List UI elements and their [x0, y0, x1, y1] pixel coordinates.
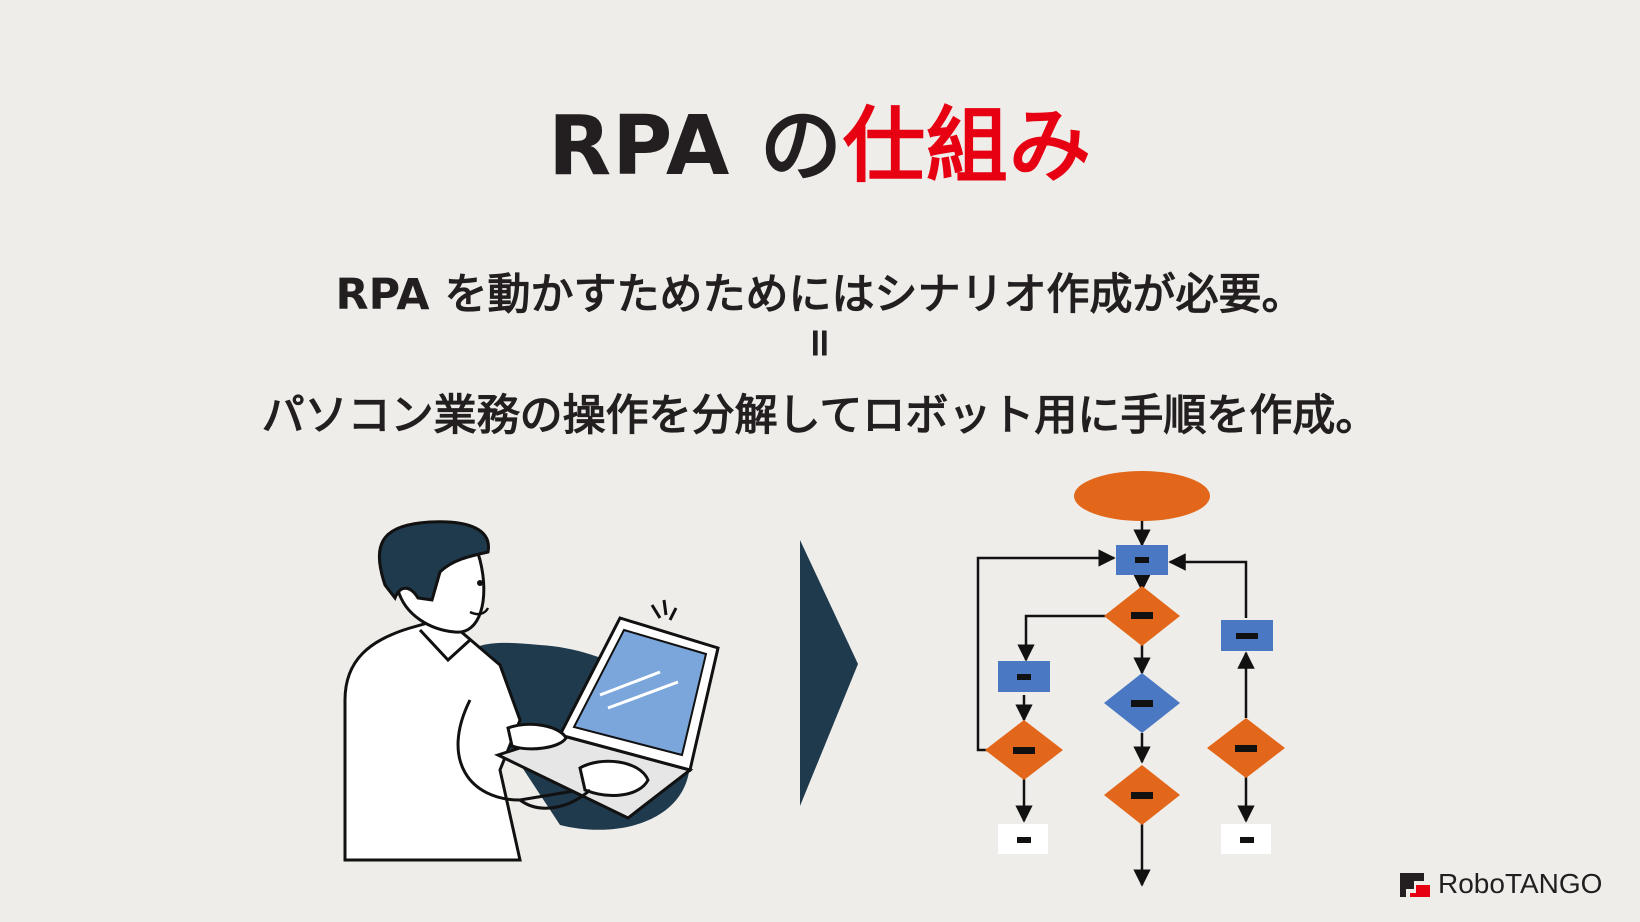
brand-logo-text: RoboTANGO: [1438, 868, 1603, 899]
robotango-logo-icon: [1400, 873, 1430, 897]
brand-logo: RoboTANGO: [1398, 864, 1602, 904]
illustration-canvas: [343, 471, 1285, 887]
chevron-arrow-icon: [800, 540, 858, 806]
flow-start-oval: [1074, 471, 1210, 521]
flowchart-shapes: [985, 471, 1285, 854]
person-laptop-illustration: [343, 520, 720, 862]
